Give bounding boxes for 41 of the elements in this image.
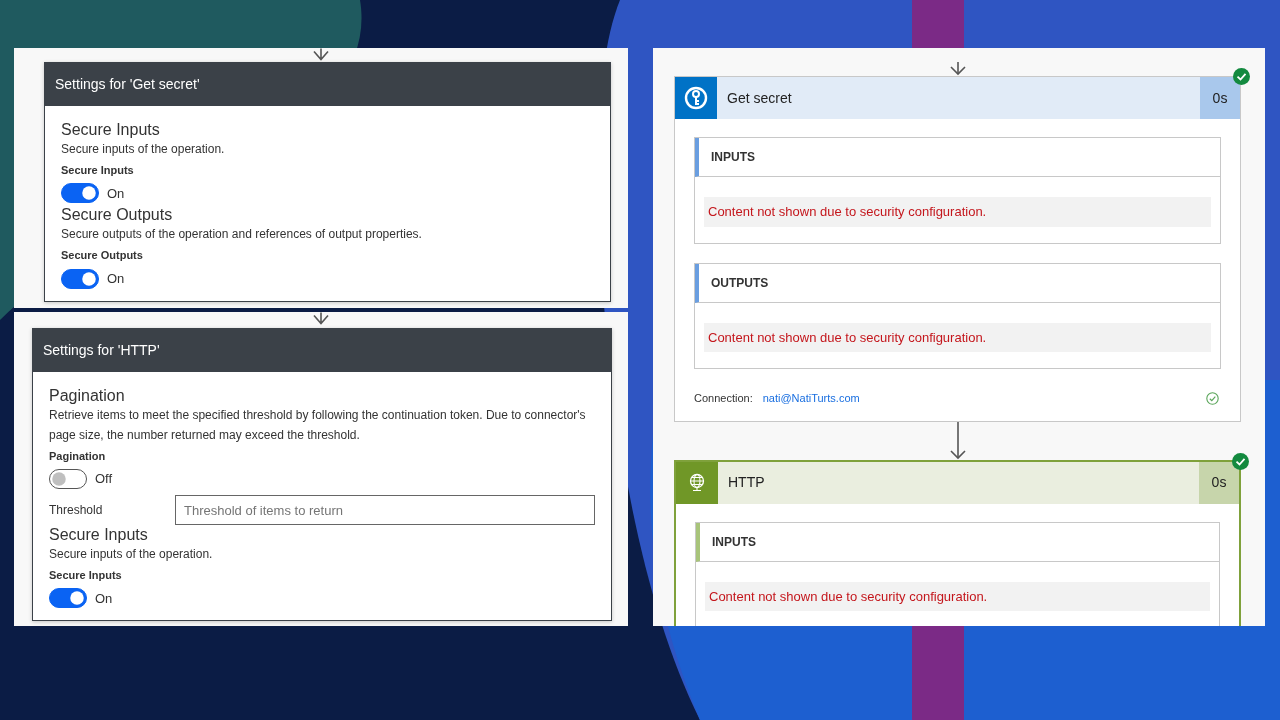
section-heading: INPUTS (695, 138, 1220, 177)
section-heading: Secure Outputs (61, 205, 174, 226)
field-label: Pagination (49, 448, 107, 464)
section-description: Secure inputs of the operation. (49, 546, 214, 564)
toggle-switch[interactable] (49, 588, 87, 609)
section-heading: OUTPUTS (695, 263, 1220, 303)
section-heading: Secure Inputs (49, 525, 149, 546)
security-message: Content not shown due to security configuration. (704, 197, 1211, 227)
section-description: Secure outputs of the operation and references of output properties. (61, 226, 423, 244)
toggle-state: On (95, 589, 113, 608)
toggle-switch[interactable] (49, 469, 87, 490)
section-description: Retrieve items to meet the specified threshold by following the continuation token. Due to connector's page size, the number returned may exceed the threshold. (49, 407, 587, 444)
action-name: HTTP (718, 461, 1199, 504)
toggle-switch[interactable] (61, 268, 99, 289)
action-name: Get secret (717, 77, 1200, 119)
connection-label: Connection: (694, 391, 753, 406)
section-description: Secure inputs of the operation. (61, 141, 226, 158)
arrow-icon (312, 48, 330, 62)
globe-icon (688, 473, 706, 492)
section-heading: Pagination (49, 386, 126, 406)
duration-label: 0s (1199, 461, 1239, 504)
section-heading: Secure Inputs (61, 120, 161, 140)
duration-label: 0s (1200, 77, 1240, 119)
security-message: Content not shown due to security configuration. (704, 322, 1211, 352)
panel-title: Settings for 'HTTP' (33, 328, 611, 372)
toggle-state: Off (95, 470, 113, 489)
section-heading: INPUTS (696, 522, 1219, 562)
toggle-state: On (107, 269, 125, 288)
account-link[interactable]: nati@NatiTurts.com (762, 390, 860, 407)
arrow-icon (312, 312, 330, 326)
key-icon (684, 86, 708, 110)
field-label: Secure Outputs (61, 248, 144, 264)
field-label: Threshold (49, 502, 104, 520)
toggle-state: On (107, 184, 125, 203)
threshold-field[interactable]: Threshold of items to return (175, 495, 595, 526)
toggle-switch[interactable] (61, 183, 99, 204)
security-message: Content not shown due to security configuration. (705, 581, 1210, 611)
connector-arrow (948, 421, 967, 460)
panel-title: Settings for 'Get secret' (45, 62, 610, 106)
field-label: Secure Inputs (61, 162, 135, 178)
field-label: Secure Inputs (49, 567, 123, 583)
